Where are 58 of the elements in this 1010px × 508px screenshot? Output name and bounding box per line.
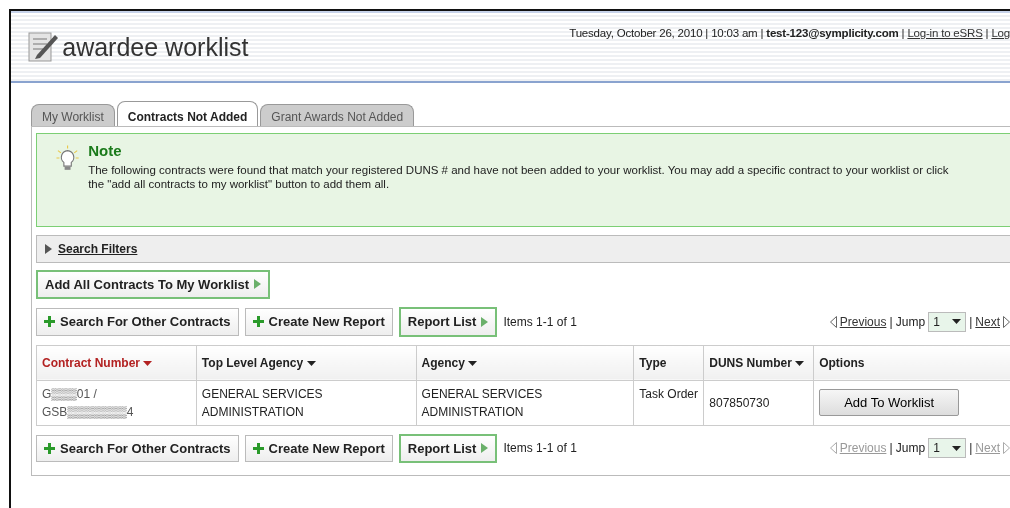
plus-icon bbox=[44, 316, 55, 328]
toolbar-button[interactable]: Create New Report bbox=[244, 308, 393, 336]
sort-caret-icon bbox=[143, 360, 153, 366]
tab[interactable]: Grant Awards Not Added bbox=[260, 104, 415, 126]
arrow-icon bbox=[481, 443, 489, 454]
date-time: Tuesday, October 26, 2010 | 10:03 am | bbox=[569, 27, 764, 39]
items-count: Items 1-1 of 1 bbox=[503, 440, 577, 458]
column-header[interactable]: Top Level Agency bbox=[196, 345, 417, 380]
toolbar-button[interactable]: Create New Report bbox=[244, 434, 393, 462]
table-cell: 807850730 bbox=[703, 380, 814, 425]
table-cell: GENERAL SERVICES ADMINISTRATION bbox=[196, 380, 417, 425]
column-header[interactable]: DUNS Number bbox=[703, 345, 814, 380]
jump-label: | Jump bbox=[889, 313, 926, 331]
sort-caret-icon bbox=[795, 360, 805, 366]
toolbar-button[interactable]: Report List bbox=[398, 433, 498, 463]
arrow-icon bbox=[254, 279, 262, 290]
user-email: test-123@symplicity.com bbox=[766, 27, 899, 39]
page-select[interactable]: 1 bbox=[928, 438, 967, 459]
page-title: awardee worklist bbox=[62, 32, 249, 63]
previous-link[interactable]: Previous bbox=[839, 312, 887, 331]
add-to-worklist-button[interactable]: Add To Worklist bbox=[819, 388, 960, 416]
caret-icon bbox=[952, 319, 962, 325]
tab[interactable]: Contracts Not Added bbox=[116, 101, 259, 126]
logout-link[interactable]: Log bbox=[991, 27, 1010, 39]
separator-text: | bbox=[985, 27, 989, 39]
table-cell: G▒▒▒01 / GSB▒▒▒▒▒▒▒4 bbox=[36, 380, 197, 425]
separator-text: | bbox=[969, 440, 973, 458]
items-count: Items 1-1 of 1 bbox=[503, 313, 577, 331]
tab[interactable]: My Worklist bbox=[31, 104, 115, 126]
note-title: Note bbox=[88, 141, 123, 161]
next-link[interactable]: Next bbox=[975, 312, 1000, 331]
toolbar-button[interactable]: Search For Other Contracts bbox=[36, 434, 239, 462]
caret-icon bbox=[952, 445, 962, 451]
column-header: Options bbox=[813, 345, 1010, 380]
page-select[interactable]: 1 bbox=[928, 311, 967, 332]
next-arrow-icon bbox=[1003, 442, 1010, 455]
arrow-icon bbox=[481, 316, 489, 327]
plus-icon bbox=[252, 316, 264, 328]
sort-caret-icon bbox=[468, 360, 478, 366]
add-all-contracts-button[interactable]: Add All Contracts To My Worklist bbox=[36, 269, 271, 299]
toolbar-button[interactable]: Search For Other Contracts bbox=[36, 308, 239, 336]
jump-label: | Jump bbox=[889, 440, 926, 458]
column-header[interactable]: Agency bbox=[416, 345, 634, 380]
notepad-pencil-icon bbox=[27, 29, 59, 63]
note-text: The following contracts were found that match your registered DUNS # and have not been added to your worklist. You may add a specific contract to your worklist or click the "add all contracts to my worklist" button to add them all. bbox=[88, 162, 950, 193]
toolbar-button[interactable]: Report List bbox=[398, 307, 498, 337]
separator-text: | bbox=[969, 313, 973, 331]
plus-icon bbox=[252, 442, 264, 454]
plus-icon bbox=[44, 442, 55, 454]
column-header[interactable]: Contract Number bbox=[36, 345, 197, 380]
sort-caret-icon bbox=[306, 360, 316, 366]
table-cell: GENERAL SERVICES ADMINISTRATION bbox=[416, 380, 634, 425]
table-cell: Task Order bbox=[633, 380, 704, 425]
search-filters-toggle[interactable]: Search Filters bbox=[36, 235, 1010, 263]
separator-text: | bbox=[901, 27, 905, 39]
column-header: Type bbox=[633, 345, 704, 380]
login-link[interactable]: Log-in to eSRS bbox=[907, 27, 983, 39]
next-arrow-icon bbox=[1003, 315, 1010, 328]
